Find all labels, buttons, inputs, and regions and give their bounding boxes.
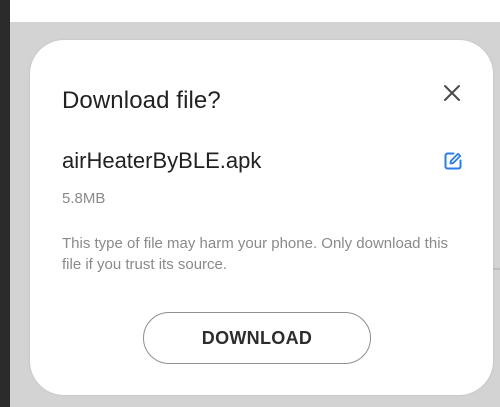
close-icon — [444, 85, 460, 101]
download-button[interactable]: DOWNLOAD — [143, 312, 371, 364]
close-button[interactable] — [435, 76, 469, 110]
dialog-title: Download file? — [62, 87, 221, 114]
download-dialog: Download file? airHeaterByBLE.apk 5.8MB … — [30, 40, 493, 395]
warning-message: This type of file may harm your phone. O… — [62, 235, 449, 273]
file-name: airHeaterByBLE.apk — [62, 148, 262, 173]
edit-icon — [444, 152, 462, 170]
background-edge — [0, 0, 10, 407]
background-top — [0, 0, 500, 22]
file-size: 5.8MB — [62, 190, 106, 207]
edit-filename-button[interactable] — [440, 148, 466, 174]
